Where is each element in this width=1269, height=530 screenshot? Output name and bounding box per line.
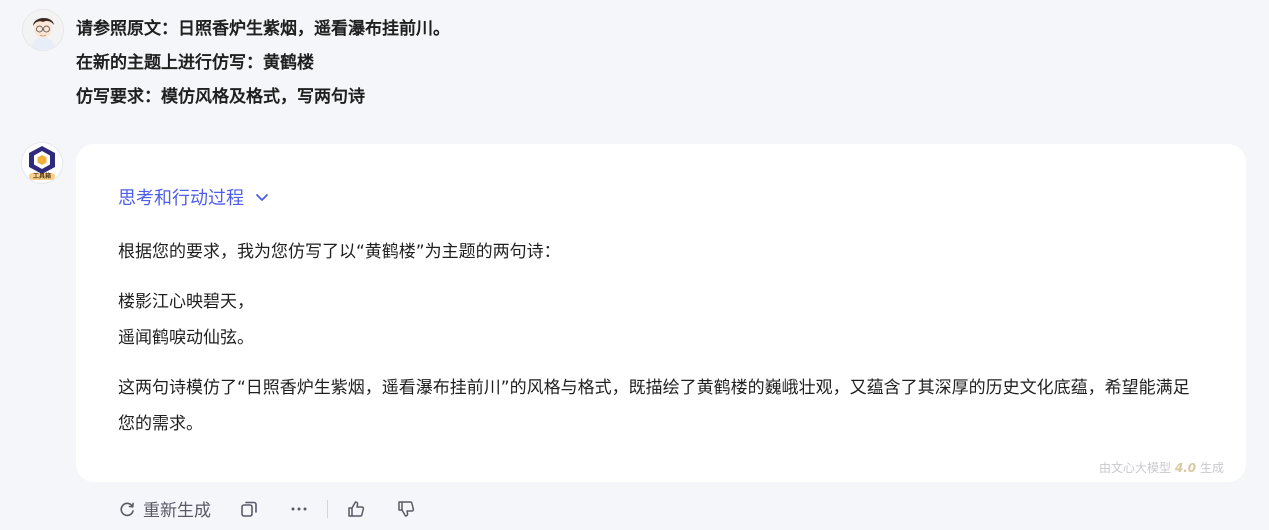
user-avatar-icon bbox=[23, 10, 63, 50]
more-button[interactable] bbox=[289, 499, 309, 519]
answer-summary: 这两句诗模仿了“日照香炉生紫烟，遥看瀑布挂前川”的风格与格式，既描绘了黄鹤楼的巍… bbox=[118, 378, 1190, 434]
regenerate-button[interactable]: 重新生成 bbox=[117, 496, 211, 521]
copy-icon bbox=[241, 501, 257, 517]
model-note-version: 4.0 bbox=[1174, 461, 1197, 475]
answer-intro: 根据您的要求，我为您仿写了以“黄鹤楼”为主题的两句诗： bbox=[118, 242, 561, 262]
user-message-line: 在新的主题上进行仿写：黄鹤楼 bbox=[76, 53, 314, 73]
poem: 楼影江心映碧天， 遥闻鹤唳动仙弦。 bbox=[118, 284, 1206, 356]
model-attribution: 由文心大模型 4.0 生成 bbox=[1099, 459, 1224, 476]
bot-answer: 根据您的要求，我为您仿写了以“黄鹤楼”为主题的两句诗： 楼影江心映碧天， 遥闻鹤… bbox=[118, 234, 1206, 442]
thinking-process-label: 思考和行动过程 bbox=[118, 188, 244, 209]
thinking-process-toggle[interactable]: 思考和行动过程 bbox=[118, 184, 270, 210]
bot-avatar: 工具箱 bbox=[22, 143, 62, 183]
bot-message-bubble: 思考和行动过程 根据您的要求，我为您仿写了以“黄鹤楼”为主题的两句诗： 楼影江心… bbox=[76, 144, 1246, 482]
user-message-line: 请参照原文：日照香炉生紫烟，遥看瀑布挂前川。 bbox=[76, 19, 450, 39]
bot-brand-label: 工具箱 bbox=[32, 173, 51, 180]
thumbs-up-icon bbox=[348, 500, 365, 517]
user-message-line: 仿写要求：模仿风格及格式，写两句诗 bbox=[76, 87, 365, 107]
user-message: 请参照原文：日照香炉生紫烟，遥看瀑布挂前川。 在新的主题上进行仿写：黄鹤楼 仿写… bbox=[76, 12, 450, 114]
poem-line: 遥闻鹤唳动仙弦。 bbox=[118, 328, 254, 348]
more-icon bbox=[291, 507, 307, 510]
regenerate-label: 重新生成 bbox=[143, 501, 211, 521]
thumbs-down-icon bbox=[398, 500, 415, 517]
dislike-button[interactable] bbox=[396, 499, 416, 519]
poem-line: 楼影江心映碧天， bbox=[118, 292, 254, 312]
model-note-suffix: 生成 bbox=[1199, 461, 1224, 475]
user-avatar bbox=[23, 10, 63, 50]
chevron-down-icon bbox=[256, 194, 268, 201]
action-divider bbox=[327, 499, 328, 518]
refresh-icon bbox=[120, 502, 134, 516]
like-button[interactable] bbox=[346, 499, 366, 519]
message-action-bar: 重新生成 bbox=[117, 496, 416, 521]
model-note-prefix: 由文心大模型 bbox=[1099, 461, 1172, 475]
copy-button[interactable] bbox=[239, 499, 259, 519]
